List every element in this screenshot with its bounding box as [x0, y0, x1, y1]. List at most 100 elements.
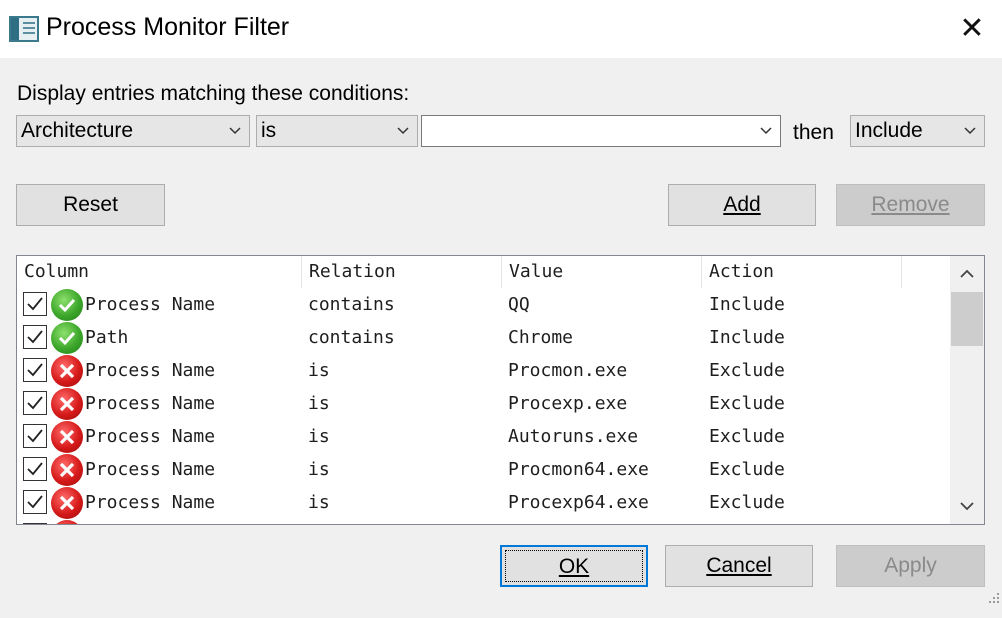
close-button[interactable]: ✕ — [948, 8, 996, 50]
chevron-down-icon — [229, 127, 241, 135]
row-enabled-checkbox[interactable] — [23, 490, 47, 514]
row-enabled-checkbox[interactable] — [23, 523, 47, 524]
row-enabled-checkbox[interactable] — [23, 391, 47, 415]
row-action: Exclude — [709, 459, 785, 480]
include-status-icon — [51, 289, 83, 321]
exclude-status-icon — [51, 421, 83, 453]
chevron-down-icon — [760, 127, 772, 135]
remove-button-label: Remove — [871, 193, 950, 216]
scroll-down-icon[interactable] — [950, 492, 984, 522]
row-enabled-checkbox[interactable] — [23, 325, 47, 349]
table-row[interactable]: Process Name is Procexp.exe Exclude — [17, 387, 952, 420]
exclude-status-icon — [51, 454, 83, 486]
row-column: Process Name — [85, 459, 216, 480]
scroll-up-icon[interactable] — [950, 258, 984, 288]
table-row[interactable]: Path contains Chrome Include — [17, 321, 952, 354]
vertical-scrollbar[interactable] — [950, 256, 984, 524]
row-action: Exclude — [709, 492, 785, 513]
row-action: Include — [709, 294, 785, 315]
then-label: then — [793, 121, 834, 144]
close-icon: ✕ — [959, 12, 985, 45]
row-relation: is — [308, 393, 330, 414]
row-relation: contains — [308, 294, 395, 315]
value-combobox[interactable] — [421, 115, 781, 147]
resize-grip-icon[interactable] — [982, 590, 1002, 610]
ok-button[interactable]: OK — [500, 545, 648, 587]
row-relation: is — [308, 360, 330, 381]
row-value: Autoruns.exe — [508, 426, 639, 447]
cancel-button[interactable]: Cancel — [665, 545, 813, 587]
row-column: Process Name — [85, 426, 216, 447]
relation-dropdown[interactable]: is — [256, 115, 418, 147]
scrollbar-thumb[interactable] — [951, 292, 983, 346]
include-status-icon — [51, 322, 83, 354]
row-action: Exclude — [709, 426, 785, 447]
table-row[interactable]: Process Name contains QQ Include — [17, 288, 952, 321]
table-row[interactable]: Process Name is Procexp64.exe Exclude — [17, 486, 952, 519]
conditions-label: Display entries matching these condition… — [17, 82, 410, 105]
exclude-status-icon — [51, 520, 83, 524]
table-row[interactable]: Process Name is Procmon.exe Exclude — [17, 354, 952, 387]
action-dropdown[interactable]: Include — [850, 115, 985, 147]
column-header-action[interactable]: Action — [702, 256, 902, 288]
row-value: Procmon64.exe — [508, 459, 649, 480]
remove-button[interactable]: Remove — [836, 184, 985, 226]
row-column: Process Name — [85, 360, 216, 381]
add-button[interactable]: Add — [668, 184, 816, 226]
row-action: Exclude — [709, 360, 785, 381]
exclude-status-icon — [51, 355, 83, 387]
column-header-value[interactable]: Value — [502, 256, 702, 288]
focus-rectangle — [505, 550, 643, 582]
filter-list-header: Column Relation Value Action — [17, 256, 952, 288]
title-bar: Process Monitor Filter ✕ — [0, 0, 1002, 58]
exclude-status-icon — [51, 388, 83, 420]
row-relation: is — [308, 426, 330, 447]
column-header-column[interactable]: Column — [17, 256, 302, 288]
row-relation: contains — [308, 327, 395, 348]
row-enabled-checkbox[interactable] — [23, 424, 47, 448]
exclude-status-icon — [51, 487, 83, 519]
apply-button-label: Apply — [884, 554, 937, 577]
relation-dropdown-value: is — [261, 119, 277, 142]
row-value: QQ — [508, 294, 530, 315]
checkmark-icon — [27, 396, 43, 410]
row-action: Exclude — [709, 393, 785, 414]
table-row[interactable]: Process Name is Procmon64.exe Exclude — [17, 453, 952, 486]
checkmark-icon — [27, 429, 43, 443]
action-dropdown-value: Include — [855, 119, 923, 142]
row-column: Path — [85, 327, 129, 348]
add-button-label: Add — [723, 193, 761, 216]
column-header-relation[interactable]: Relation — [302, 256, 502, 288]
table-row[interactable]: Process Name is Autoruns.exe Exclude — [17, 420, 952, 453]
process-monitor-app-icon — [9, 16, 39, 42]
checkmark-icon — [27, 330, 43, 344]
row-action: Include — [709, 327, 785, 348]
table-row-partial[interactable] — [17, 519, 952, 524]
checkmark-icon — [27, 495, 43, 509]
checkmark-icon — [27, 462, 43, 476]
apply-button[interactable]: Apply — [836, 545, 985, 587]
reset-button-label: Reset — [63, 193, 118, 216]
row-relation: is — [308, 492, 330, 513]
row-value: Procexp.exe — [508, 393, 628, 414]
window-title: Process Monitor Filter — [46, 13, 290, 41]
chevron-down-icon — [964, 127, 976, 135]
column-dropdown[interactable]: Architecture — [16, 115, 250, 147]
chevron-down-icon — [397, 127, 409, 135]
filter-list[interactable]: Column Relation Value Action Process Nam… — [16, 255, 985, 525]
row-value: Chrome — [508, 327, 574, 348]
row-column: Process Name — [85, 492, 216, 513]
checkmark-icon — [27, 363, 43, 377]
checkmark-icon — [27, 297, 43, 311]
row-column: Process Name — [85, 294, 216, 315]
row-relation: is — [308, 459, 330, 480]
cancel-button-label: Cancel — [706, 554, 772, 577]
row-enabled-checkbox[interactable] — [23, 292, 47, 316]
reset-button[interactable]: Reset — [16, 184, 165, 226]
row-enabled-checkbox[interactable] — [23, 358, 47, 382]
row-column: Process Name — [85, 393, 216, 414]
row-value: Procexp64.exe — [508, 492, 649, 513]
row-value: Procmon.exe — [508, 360, 628, 381]
row-enabled-checkbox[interactable] — [23, 457, 47, 481]
column-dropdown-value: Architecture — [21, 119, 134, 142]
